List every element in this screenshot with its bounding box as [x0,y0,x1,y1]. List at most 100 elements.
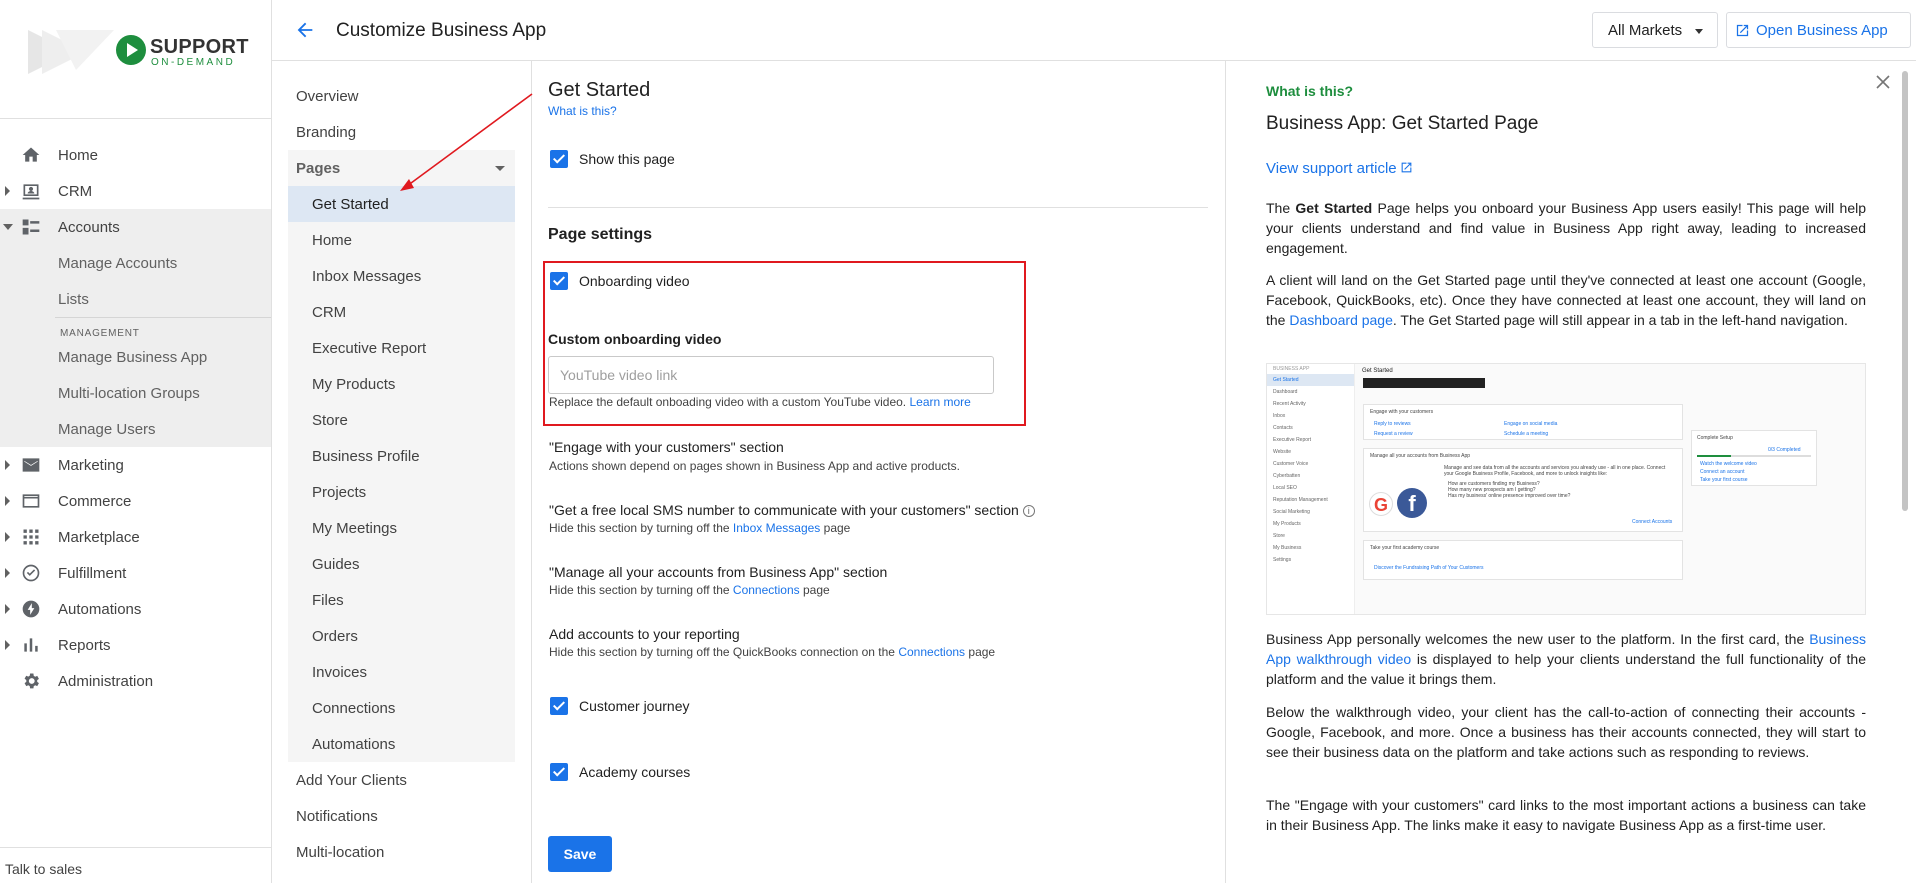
view-support-article-link[interactable]: View support article [1266,160,1413,177]
manage-hint-post: page [802,583,830,597]
nav-lists[interactable]: Lists [0,281,271,317]
nav-manage-users[interactable]: Manage Users [0,411,271,447]
sec-nav-overview[interactable]: Overview [272,78,531,114]
sec-nav-notifications[interactable]: Notifications [272,798,531,834]
sec-nav-connections[interactable]: Connections [288,690,515,726]
nav-marketplace[interactable]: Marketplace [0,519,271,555]
sec-nav-my-meetings[interactable]: My Meetings [288,510,515,546]
customer-journey-checkbox[interactable] [550,697,568,715]
close-icon[interactable] [1876,75,1890,89]
engage-section-hint: Actions shown depend on pages shown in B… [549,459,960,473]
info-icon[interactable]: i [1022,505,1035,517]
sec-nav-multi-location[interactable]: Multi-location [272,834,531,870]
onboarding-video-label: Onboarding video [579,273,690,289]
section-title: Get Started [548,79,651,101]
preview-nav: Local SEO [1273,485,1297,491]
sec-nav-inbox-messages[interactable]: Inbox Messages [288,258,515,294]
market-select[interactable]: All Markets [1592,12,1718,48]
sec-nav-home[interactable]: Home [288,222,515,258]
open-business-app-button[interactable]: Open Business App [1726,12,1911,48]
nav-accounts-label: Accounts [58,218,120,236]
caret-down-icon [3,224,13,230]
nav-administration[interactable]: Administration [0,663,271,699]
manage-section-heading: "Manage all your accounts from Business … [549,564,888,580]
caret-down-icon [495,166,505,171]
save-button[interactable]: Save [548,836,612,872]
academy-courses-checkbox[interactable] [550,763,568,781]
sec-nav-business-profile[interactable]: Business Profile [288,438,515,474]
nav-manage-business-app[interactable]: Manage Business App [0,339,271,375]
sec-nav-branding[interactable]: Branding [272,114,531,150]
connections-link[interactable]: Connections [733,583,800,597]
pages-group-toggle[interactable]: Pages [288,150,515,186]
preview-academy-link: Discover the Fundraising Path of Your Cu… [1374,565,1484,571]
nav-automations-label: Automations [58,600,142,618]
preview-nav: Get Started [1267,374,1354,386]
sec-nav-add-your-clients[interactable]: Add Your Clients [272,762,531,798]
help-paragraph-5: The "Engage with your customers" card li… [1266,797,1866,833]
inbox-messages-link[interactable]: Inbox Messages [733,521,820,535]
nav-accounts[interactable]: Accounts [0,209,271,245]
home-icon [22,147,40,162]
sec-nav-invoices[interactable]: Invoices [288,654,515,690]
caret-right-icon [5,568,10,578]
youtube-link-input[interactable] [548,356,994,394]
sec-nav-executive-report[interactable]: Executive Report [288,330,515,366]
sec-nav-projects[interactable]: Projects [288,474,515,510]
open-business-app-label: Open Business App [1756,22,1888,39]
preview-engage-card: Engage with your customers Reply to revi… [1363,404,1683,440]
what-is-this-link[interactable]: What is this? [548,104,617,118]
preview-link: Reply to reviews [1374,421,1411,427]
show-page-checkbox[interactable] [550,150,568,168]
preview-manage-bullet: Has my business' online presence improve… [1448,493,1571,499]
nav-automations[interactable]: Automations [0,591,271,627]
preview-nav: Reputation Management [1273,497,1328,503]
nav-multi-location-groups[interactable]: Multi-location Groups [0,375,271,411]
nav-commerce-label: Commerce [58,492,132,510]
onboarding-video-checkbox[interactable] [550,272,568,290]
learn-more-link[interactable]: Learn more [909,395,970,409]
dashboard-page-link[interactable]: Dashboard page [1289,312,1393,328]
preview-link: Request a review [1374,431,1413,437]
nav-commerce[interactable]: Commerce [0,483,271,519]
sec-nav-automations[interactable]: Automations [288,726,515,762]
gear-icon [24,673,39,689]
nav-marketing[interactable]: Marketing [0,447,271,483]
commerce-icon [22,494,40,508]
sec-nav-get-started[interactable]: Get Started [288,186,515,222]
nav-fulfillment[interactable]: Fulfillment [0,555,271,591]
help-scrollbar[interactable] [1902,71,1908,511]
help-paragraph-2: A client will land on the Get Started pa… [1266,270,1866,330]
preview-connect-button: Connect Accounts [1632,519,1673,525]
nav-crm[interactable]: CRM [0,173,271,209]
caret-right-icon [5,496,10,506]
back-arrow-icon[interactable] [294,19,316,41]
app-sidebar: SUPPORT ON-DEMAND Home CRM Accounts Mana… [0,0,272,883]
talk-to-sales-link[interactable]: Talk to sales [0,847,271,883]
sec-nav-my-products[interactable]: My Products [288,366,515,402]
sec-nav-guides[interactable]: Guides [288,546,515,582]
video-hint-text: Replace the default onboading video with… [549,395,907,409]
p1-bold: Get Started [1295,200,1373,216]
preview-nav: Inbox [1273,413,1286,419]
preview-setup-title: Complete Setup [1697,435,1733,441]
preview-nav: Cyberbatten [1273,473,1301,479]
sec-nav-store[interactable]: Store [288,402,515,438]
play-logo-icon [116,35,146,65]
brand-logo[interactable]: SUPPORT ON-DEMAND [0,0,271,119]
nav-home-label: Home [58,146,99,164]
sec-nav-orders[interactable]: Orders [288,618,515,654]
accounts-icon [22,219,40,235]
management-heading: MANAGEMENT [55,317,271,339]
connections-link[interactable]: Connections [898,645,965,659]
sec-nav-files[interactable]: Files [288,582,515,618]
nav-manage-accounts[interactable]: Manage Accounts [0,245,271,281]
help-paragraph-3: Business App personally welcomes the new… [1266,629,1866,689]
nav-reports[interactable]: Reports [0,627,271,663]
sms-hint-post: page [823,521,851,535]
sec-nav-crm[interactable]: CRM [288,294,515,330]
nav-home[interactable]: Home [0,137,271,173]
preview-engage-title: Engage with your customers [1370,409,1434,415]
caret-right-icon [5,186,10,196]
preview-nav: Social Marketing [1273,509,1310,515]
